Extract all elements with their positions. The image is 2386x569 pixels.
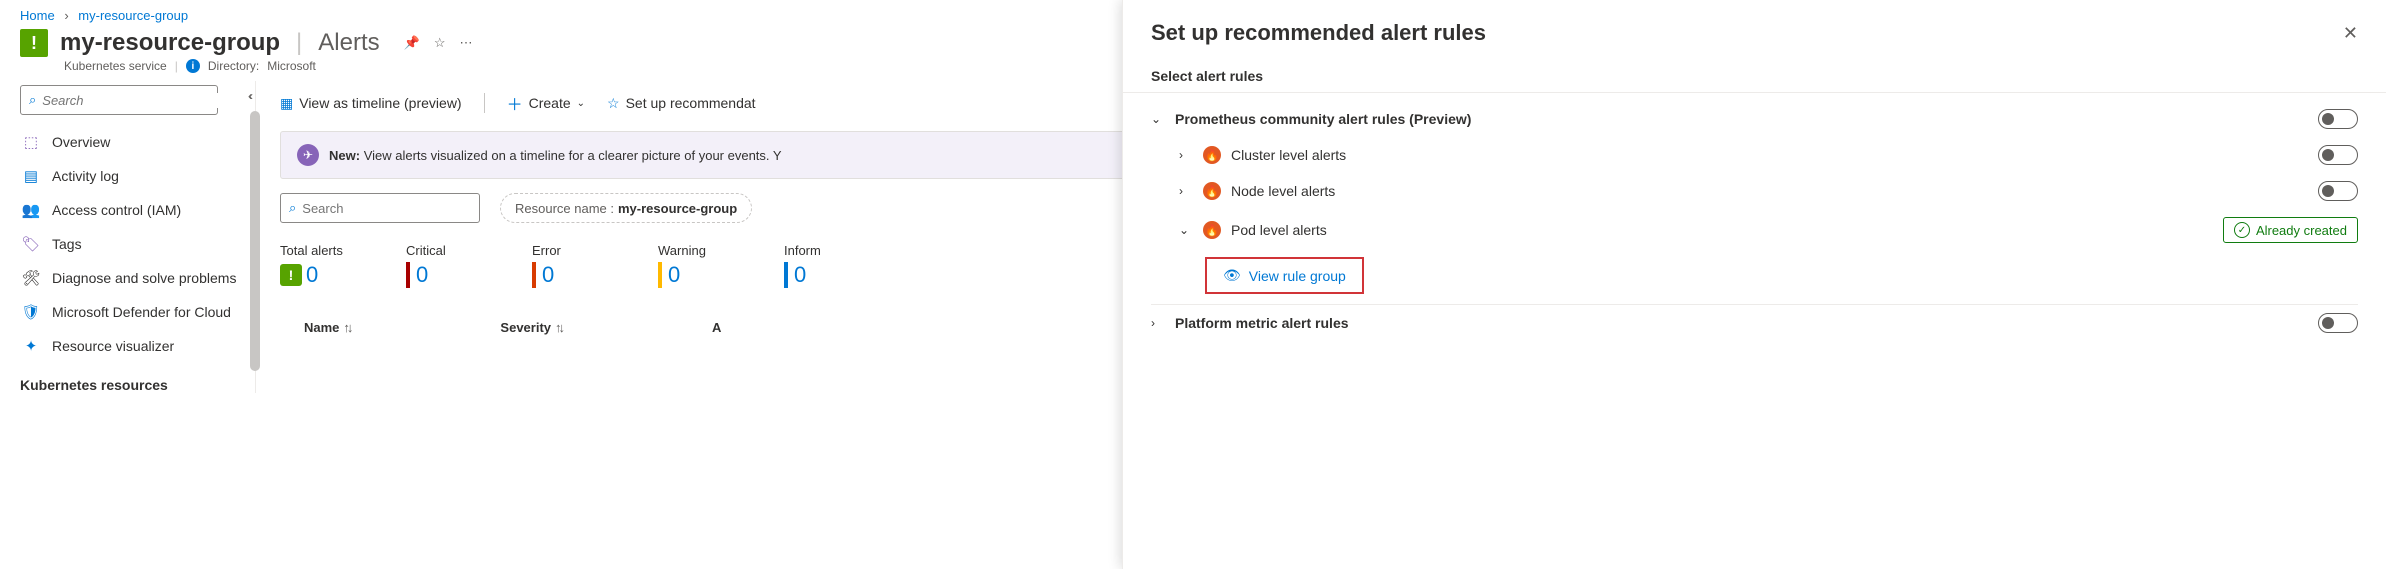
directory-label: Directory:	[208, 59, 259, 73]
sidebar-item-label: Activity log	[52, 168, 119, 184]
toggle-platform[interactable]	[2318, 313, 2358, 333]
create-button[interactable]: ＋ Create ⌄	[507, 91, 585, 115]
close-icon[interactable]: ✕	[2343, 23, 2358, 44]
prometheus-icon	[1203, 146, 1221, 164]
access-control-icon: 👥	[22, 201, 40, 219]
filter-pill-value: my-resource-group	[618, 201, 737, 216]
breadcrumb-group[interactable]: my-resource-group	[78, 8, 188, 23]
column-third[interactable]: A	[712, 320, 721, 335]
chevron-down-icon: ⌄	[1179, 223, 1193, 237]
scrollbar[interactable]	[250, 111, 260, 393]
sidebar-item-label: Tags	[52, 236, 82, 252]
defender-icon: 🛡	[22, 303, 40, 321]
toggle-prometheus[interactable]	[2318, 109, 2358, 129]
service-type: Kubernetes service	[64, 59, 167, 73]
filter-pill-resource-name[interactable]: Resource name : my-resource-group	[500, 193, 752, 223]
panel-title: Set up recommended alert rules	[1151, 20, 1486, 46]
eye-icon: 👁	[1223, 267, 1241, 284]
more-icon[interactable]: ⋯	[459, 35, 472, 51]
total-icon	[280, 264, 302, 286]
sidebar-item-activity-log[interactable]: ▤ Activity log	[20, 159, 255, 193]
visualizer-icon: ✦	[22, 337, 40, 355]
chevron-down-icon: ⌄	[577, 98, 585, 109]
setup-alert-rules-panel: Set up recommended alert rules ✕ Select …	[1122, 0, 2386, 569]
info-icon: i	[186, 59, 200, 73]
chevron-right-icon: ›	[1179, 148, 1193, 162]
diagnose-icon: 🛠	[22, 269, 40, 287]
column-severity[interactable]: Severity↑↓	[500, 320, 562, 335]
view-timeline-button[interactable]: ▦ View as timeline (preview)	[280, 95, 462, 112]
group-platform-metric[interactable]: › Platform metric alert rules	[1151, 305, 2358, 341]
stat-error[interactable]: Error 0	[532, 243, 612, 288]
chevron-right-icon: ›	[1151, 316, 1165, 330]
page-section: Alerts	[318, 29, 379, 57]
group-node-alerts[interactable]: › Node level alerts	[1151, 173, 2358, 209]
sidebar-item-label: Overview	[52, 134, 110, 150]
group-prometheus[interactable]: ⌄ Prometheus community alert rules (Prev…	[1151, 101, 2358, 137]
main-search-input[interactable]	[302, 201, 478, 216]
column-name[interactable]: Name↑↓	[304, 320, 350, 335]
scrollbar-thumb[interactable]	[250, 111, 260, 371]
sidebar-item-defender[interactable]: 🛡 Microsoft Defender for Cloud	[20, 295, 255, 329]
activity-log-icon: ▤	[22, 167, 40, 185]
sidebar-item-tags[interactable]: 🏷 Tags	[20, 227, 255, 261]
overview-icon: ⬚	[22, 133, 40, 151]
sidebar-item-label: Microsoft Defender for Cloud	[52, 304, 231, 320]
setup-recommendations-button[interactable]: ☆ Set up recommendat	[607, 95, 756, 112]
pin-icon[interactable]: 📌	[404, 35, 420, 51]
stat-total[interactable]: Total alerts 0	[280, 243, 360, 288]
sidebar-item-diagnose[interactable]: 🛠 Diagnose and solve problems	[20, 261, 255, 295]
panel-subhead: Select alert rules	[1123, 60, 2386, 92]
already-created-badge: ✓ Already created	[2223, 217, 2358, 243]
directory-value: Microsoft	[267, 59, 316, 73]
search-icon: ⌕	[29, 92, 36, 108]
sidebar-item-label: Resource visualizer	[52, 338, 174, 354]
stat-info[interactable]: Inform 0	[784, 243, 864, 288]
title-separator: |	[296, 29, 302, 57]
main-search[interactable]: ⌕	[280, 193, 480, 223]
sidebar-item-label: Access control (IAM)	[52, 202, 181, 218]
star-icon: ☆	[607, 95, 620, 112]
sidebar: ⌕ ‹‹ ⬚ Overview ▤ Activity log 👥 Access …	[0, 81, 255, 393]
breadcrumb-separator: ›	[64, 8, 68, 23]
sidebar-search-input[interactable]	[42, 93, 220, 108]
group-cluster-alerts[interactable]: › Cluster level alerts	[1151, 137, 2358, 173]
stat-warning[interactable]: Warning 0	[658, 243, 738, 288]
stat-critical[interactable]: Critical 0	[406, 243, 486, 288]
page-title: my-resource-group	[60, 29, 280, 57]
toggle-cluster[interactable]	[2318, 145, 2358, 165]
check-icon: ✓	[2234, 222, 2250, 238]
timeline-icon: ▦	[280, 95, 293, 112]
banner-text: View alerts visualized on a timeline for…	[364, 148, 782, 163]
sidebar-item-resource-visualizer[interactable]: ✦ Resource visualizer	[20, 329, 255, 363]
view-rule-group-button[interactable]: 👁 View rule group	[1205, 257, 1364, 294]
sidebar-item-overview[interactable]: ⬚ Overview	[20, 125, 255, 159]
resource-icon	[20, 29, 48, 57]
sidebar-search[interactable]: ⌕	[20, 85, 218, 115]
filter-pill-label: Resource name :	[515, 201, 614, 216]
chevron-down-icon: ⌄	[1151, 112, 1165, 126]
prometheus-icon	[1203, 221, 1221, 239]
search-icon: ⌕	[289, 200, 296, 216]
chevron-right-icon: ›	[1179, 184, 1193, 198]
plus-icon: ＋	[507, 91, 523, 115]
breadcrumb-home[interactable]: Home	[20, 8, 55, 23]
favorite-icon[interactable]: ☆	[434, 35, 446, 51]
tags-icon: 🏷	[22, 235, 40, 253]
banner-bold: New:	[329, 148, 360, 163]
toggle-node[interactable]	[2318, 181, 2358, 201]
sidebar-item-label: Diagnose and solve problems	[52, 270, 236, 286]
announce-icon: ✈	[297, 144, 319, 166]
prometheus-icon	[1203, 182, 1221, 200]
sidebar-group-kubernetes: Kubernetes resources	[20, 377, 255, 393]
sidebar-item-access-control[interactable]: 👥 Access control (IAM)	[20, 193, 255, 227]
group-pod-alerts[interactable]: ⌄ Pod level alerts ✓ Already created	[1151, 209, 2358, 251]
